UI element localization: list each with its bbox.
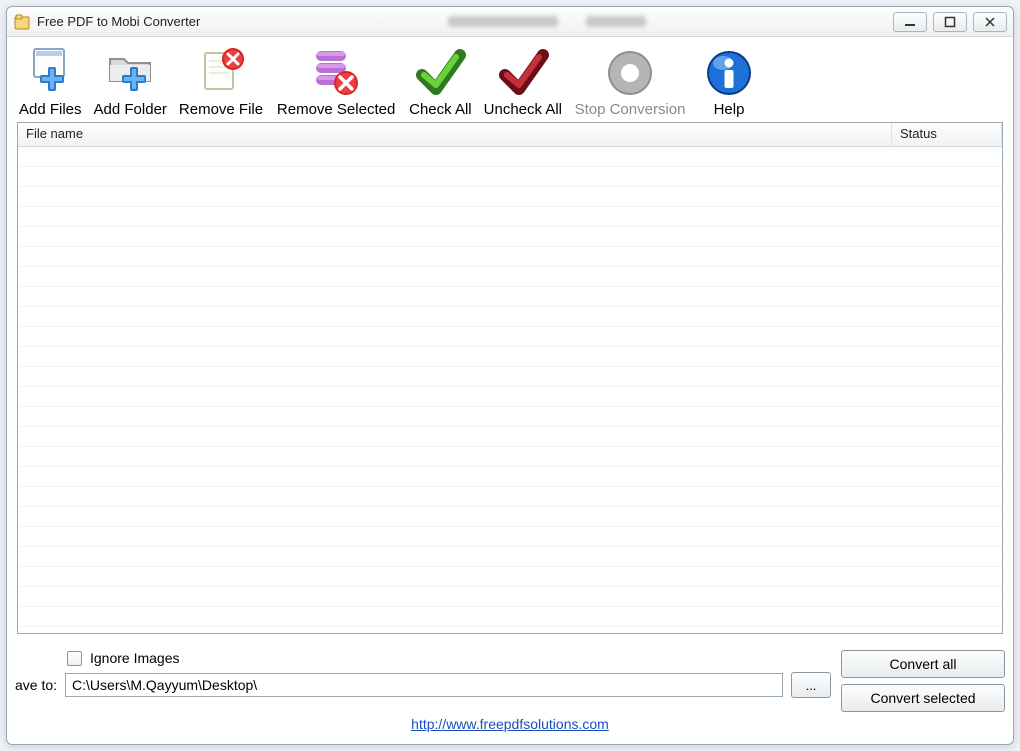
window-controls: [893, 12, 1007, 32]
help-label: Help: [714, 101, 745, 118]
convert-all-button[interactable]: Convert all: [841, 650, 1005, 678]
remove-selected-button[interactable]: Remove Selected: [271, 43, 401, 118]
maximize-button[interactable]: [933, 12, 967, 32]
browse-button[interactable]: ...: [791, 672, 831, 698]
file-list-body[interactable]: [18, 147, 1002, 633]
file-list[interactable]: File name Status: [17, 122, 1003, 634]
app-window: Free PDF to Mobi Converter: [6, 6, 1014, 745]
minimize-button[interactable]: [893, 12, 927, 32]
uncheck-all-icon: [495, 45, 551, 101]
add-folder-label: Add Folder: [94, 101, 167, 118]
titlebar-blur-region: [220, 13, 873, 31]
add-files-icon: [22, 45, 78, 101]
stop-conversion-button: Stop Conversion: [570, 43, 690, 118]
file-list-header: File name Status: [18, 123, 1002, 147]
add-folder-button[interactable]: Add Folder: [90, 43, 171, 118]
remove-file-icon: [193, 45, 249, 101]
remove-selected-label: Remove Selected: [277, 101, 395, 118]
check-all-icon: [412, 45, 468, 101]
app-icon: [13, 13, 31, 31]
remove-file-label: Remove File: [179, 101, 263, 118]
remove-selected-icon: [308, 45, 364, 101]
title-bar: Free PDF to Mobi Converter: [7, 7, 1013, 37]
bottom-panel: Ignore Images ave to: ... Convert all Co…: [7, 644, 1013, 744]
remove-file-button[interactable]: Remove File: [175, 43, 267, 118]
check-all-label: Check All: [409, 101, 472, 118]
add-files-button[interactable]: Add Files: [15, 43, 86, 118]
uncheck-all-button[interactable]: Uncheck All: [480, 43, 566, 118]
column-header-filename[interactable]: File name: [18, 123, 892, 146]
column-header-status[interactable]: Status: [892, 123, 1002, 146]
close-button[interactable]: [973, 12, 1007, 32]
stop-conversion-icon: [602, 45, 658, 101]
uncheck-all-label: Uncheck All: [484, 101, 562, 118]
help-icon: [701, 45, 757, 101]
save-to-label: ave to:: [15, 677, 57, 693]
window-title: Free PDF to Mobi Converter: [37, 14, 200, 29]
save-to-input[interactable]: [65, 673, 783, 697]
convert-selected-button[interactable]: Convert selected: [841, 684, 1005, 712]
add-folder-icon: [102, 45, 158, 101]
ignore-images-label: Ignore Images: [90, 650, 180, 666]
toolbar: Add Files Add Folder: [7, 37, 1013, 118]
website-link[interactable]: http://www.freepdfsolutions.com: [411, 716, 609, 732]
check-all-button[interactable]: Check All: [405, 43, 476, 118]
ignore-images-checkbox[interactable]: [67, 651, 82, 666]
add-files-label: Add Files: [19, 101, 82, 118]
help-button[interactable]: Help: [694, 43, 764, 118]
stop-conversion-label: Stop Conversion: [575, 101, 686, 118]
